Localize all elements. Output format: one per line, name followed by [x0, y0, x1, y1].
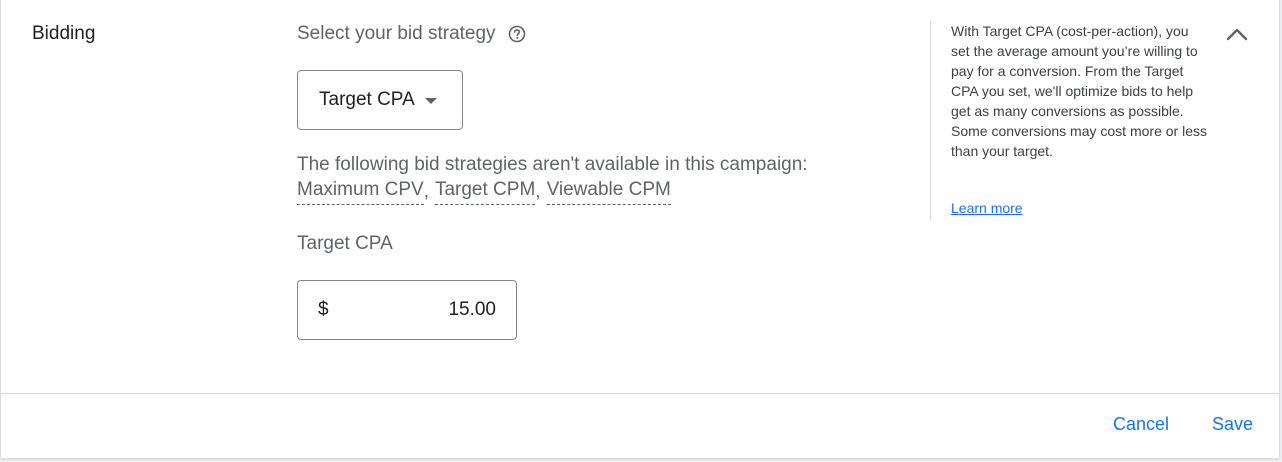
bid-strategy-prompt: Select your bid strategy: [297, 23, 526, 45]
bid-strategy-dropdown[interactable]: Target CPA: [297, 70, 463, 130]
caret-down-icon: [424, 98, 437, 104]
learn-more-link[interactable]: Learn more: [951, 200, 1023, 216]
unavailable-strategies-note: The following bid strategies aren't avai…: [297, 151, 808, 205]
unavailable-strategy[interactable]: Viewable CPM: [546, 178, 671, 205]
unavailable-intro: The following bid strategies aren't avai…: [297, 154, 808, 175]
bid-strategy-prompt-label: Select your bid strategy: [297, 23, 496, 44]
help-circle-icon[interactable]: [508, 25, 526, 43]
section-title: Bidding: [32, 23, 96, 44]
chevron-up-icon[interactable]: [1223, 22, 1251, 48]
bid-strategy-selected: Target CPA: [319, 89, 415, 110]
help-text: With Target CPA (cost-per-action), you s…: [951, 23, 1207, 159]
save-button[interactable]: Save: [1212, 414, 1253, 435]
target-cpa-input[interactable]: $ 15.00: [297, 280, 517, 340]
footer-divider: [1, 393, 1281, 394]
unavailable-strategy[interactable]: Maximum CPV: [297, 178, 424, 205]
cancel-button[interactable]: Cancel: [1113, 414, 1169, 435]
target-cpa-label: Target CPA: [297, 233, 393, 254]
help-divider: [930, 21, 931, 220]
currency-symbol: $: [318, 299, 329, 320]
unavailable-strategy-list: Maximum CPV, Target CPM, Viewable CPM: [297, 178, 808, 205]
unavailable-strategy[interactable]: Target CPM: [434, 178, 536, 205]
bidding-panel: Bidding Select your bid strategy Target …: [0, 0, 1281, 459]
target-cpa-value: 15.00: [448, 299, 496, 320]
